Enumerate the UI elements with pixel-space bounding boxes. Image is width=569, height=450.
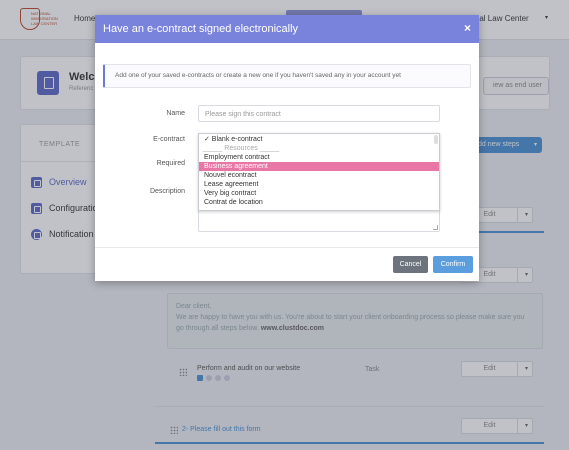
dropdown-group-label: _____ Resources _____ [202, 145, 280, 152]
dropdown-option[interactable]: Employment contract [199, 153, 439, 162]
econtract-dropdown-list[interactable]: ✓ Blank e-contract _____ Resources _____… [198, 133, 440, 211]
dropdown-option[interactable]: Nouvel econtract [199, 171, 439, 180]
dropdown-option[interactable]: Lease agreement [199, 180, 439, 189]
name-input[interactable]: Please sign this contract [198, 105, 440, 122]
dropdown-option[interactable]: Very big contract [199, 189, 439, 198]
dropdown-option[interactable]: Contrat de location [199, 198, 439, 207]
resize-handle-icon[interactable] [433, 225, 438, 230]
cancel-button[interactable]: Cancel [393, 256, 428, 273]
info-message: Add one of your saved e-contracts or cre… [103, 64, 471, 88]
name-label: Name [166, 110, 185, 117]
modal-header: Have an e-contract signed electronically… [95, 15, 479, 43]
dropdown-option[interactable]: ✓ Blank e-contract [199, 135, 439, 144]
econtract-label: E-contract [153, 136, 185, 143]
description-label: Description [149, 188, 185, 195]
modal-title: Have an e-contract signed electronically [103, 23, 299, 35]
close-icon[interactable]: × [464, 21, 471, 35]
required-label: Required [156, 160, 185, 167]
confirm-button[interactable]: Confirm [433, 256, 473, 273]
divider [95, 247, 479, 248]
dropdown-option-selected[interactable]: Business agreement [199, 162, 439, 171]
econtract-modal: Have an e-contract signed electronically… [95, 15, 479, 281]
